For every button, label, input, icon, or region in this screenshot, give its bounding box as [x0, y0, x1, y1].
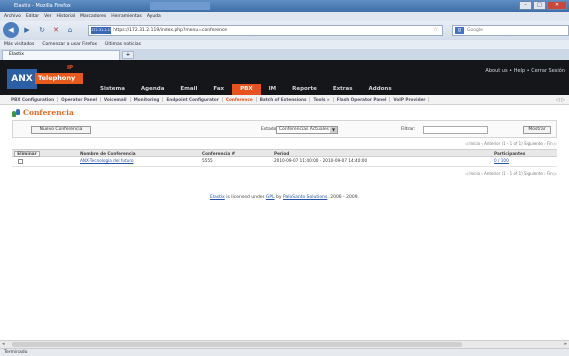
estado-value: Conferencias Actuales	[279, 127, 329, 132]
window-controls: – □ ✕	[519, 1, 567, 10]
col-number: Conferencia #	[202, 151, 236, 156]
sub-nav: PBX Configuration Operator Panel Voicema…	[0, 95, 569, 105]
logo-telephony: Telephony	[35, 73, 83, 84]
subnav-pbx-configuration[interactable]: PBX Configuration	[8, 97, 59, 102]
page-title: Conferencia	[23, 108, 74, 117]
nav-addons[interactable]: Addons	[361, 84, 400, 95]
estado-select[interactable]: Conferencias Actuales ▼	[276, 126, 338, 134]
bookmark-latest-news[interactable]: Últimas noticias	[105, 42, 141, 47]
footer-text-3: . 2006 - 2009.	[327, 195, 360, 200]
stop-icon[interactable]: ✕	[50, 24, 62, 36]
participants-link[interactable]: 0 / 100	[494, 158, 509, 163]
app-header: ANX Telephony IP About us • Help • Cerra…	[0, 60, 569, 95]
conference-icon	[12, 108, 21, 117]
main-nav: Sistema Agenda Email Fax PBX IM Reporte …	[92, 84, 400, 95]
subnav-voip-provider[interactable]: VoIP Provider	[390, 97, 430, 102]
tab-elastix[interactable]: Elastix	[2, 50, 120, 60]
menu-historial[interactable]: Historial	[57, 14, 76, 19]
close-icon[interactable]: ✕	[547, 1, 567, 10]
bookmark-getting-started[interactable]: Comenzar a usar Firefox	[42, 42, 97, 47]
subnav-conference[interactable]: Conference	[223, 97, 257, 102]
nav-reporte[interactable]: Reporte	[284, 84, 325, 95]
footer-gpl-link[interactable]: GPL	[266, 195, 275, 200]
taskbar-preview	[150, 2, 210, 10]
search-box[interactable]: g Google	[452, 25, 569, 36]
menu-ver[interactable]: Ver	[44, 14, 51, 19]
forward-icon[interactable]: ▶	[21, 24, 33, 36]
subnav-tools[interactable]: Tools »	[310, 97, 334, 102]
subnav-flash-operator-panel[interactable]: Flash Operator Panel	[334, 97, 391, 102]
search-placeholder: Google	[467, 28, 483, 33]
row-checkbox[interactable]	[18, 159, 23, 164]
browser-menubar: Archivo Editar Ver Historial Marcadores …	[0, 12, 569, 21]
mostrar-button[interactable]: Mostrar	[523, 126, 551, 134]
maximize-icon[interactable]: □	[533, 1, 546, 10]
minimize-icon[interactable]: –	[519, 1, 532, 10]
subnav-operator-panel[interactable]: Operator Panel	[58, 97, 101, 102]
footer-palosanto-link[interactable]: PaloSanto Solutions	[283, 195, 327, 200]
conference-number: 5555	[202, 158, 213, 163]
new-tab-button[interactable]: +	[122, 51, 134, 59]
col-participants: Participantes	[494, 151, 526, 156]
menu-marcadores[interactable]: Marcadores	[80, 14, 106, 19]
subnav-voicemail[interactable]: Voicemail	[101, 97, 131, 102]
footer-text-1: is licensed under	[224, 195, 266, 200]
scroll-left-icon[interactable]: ◂	[2, 341, 5, 347]
subnav-monitoring[interactable]: Monitoring	[131, 97, 164, 102]
nav-pbx[interactable]: PBX	[232, 84, 261, 95]
new-conference-button[interactable]: Nuevo Conferencia	[31, 126, 91, 134]
logo-ip: IP	[67, 65, 74, 71]
window-title: Elastix - Mozilla Firefox	[14, 3, 71, 9]
pager-top[interactable]: ◁ Inicio ‹ Anterior (1 - 1 of 1) Siguien…	[465, 141, 557, 146]
scroll-thumb[interactable]	[12, 342, 462, 347]
tab-strip: Elastix +	[0, 49, 569, 60]
menu-editar[interactable]: Editar	[26, 14, 39, 19]
subnav-endpoint-configurator[interactable]: Endpoint Configurator	[163, 97, 223, 102]
conference-table: Eliminar Nombre de Conferencia Conferenc…	[12, 149, 557, 167]
menu-herramientas[interactable]: Herramientas	[111, 14, 142, 19]
nav-email[interactable]: Email	[172, 84, 205, 95]
subnav-batch-of-extensions[interactable]: Batch of Extensions	[257, 97, 311, 102]
footer-elastix-link[interactable]: Elastix	[210, 195, 225, 200]
menu-ayuda[interactable]: Ayuda	[147, 14, 161, 19]
bookmark-star-icon[interactable]: ☆	[433, 26, 438, 33]
url-bar[interactable]: 172.31.2.119 https://172.31.2.119/index.…	[88, 25, 443, 36]
bookmarks-toolbar: Más visitados Comenzar a usar Firefox Úl…	[0, 40, 569, 49]
url-text: https://172.31.2.119/index.php?menu=conf…	[113, 28, 228, 33]
google-icon: g	[455, 27, 464, 34]
col-name: Nombre de Conferencia	[80, 151, 136, 156]
nav-fax[interactable]: Fax	[205, 84, 232, 95]
scroll-right-icon[interactable]: ▸	[564, 341, 567, 347]
conference-name-link[interactable]: ANX-Tecnologia del futuro	[80, 158, 134, 163]
reload-icon[interactable]: ↻	[36, 24, 48, 36]
footer: Elastix is licensed under GPL by PaloSan…	[0, 195, 569, 200]
table-header: Eliminar Nombre de Conferencia Conferenc…	[12, 149, 557, 157]
logo: ANX Telephony IP	[7, 65, 83, 91]
back-icon[interactable]: ◀	[3, 22, 19, 38]
nav-im[interactable]: IM	[261, 84, 285, 95]
menu-archivo[interactable]: Archivo	[4, 14, 21, 19]
url-host-badge: 172.31.2.119	[91, 27, 115, 34]
subnav-scroll-arrows[interactable]: ◁ ▷	[556, 97, 565, 103]
bookmark-most-visited[interactable]: Más visitados	[4, 42, 34, 47]
pager-bottom[interactable]: ◁ Inicio ‹ Anterior (1 - 1 of 1) Siguien…	[465, 171, 557, 176]
navigation-toolbar: ◀ ▶ ↻ ✕ ⌂ 172.31.2.119 https://172.31.2.…	[0, 21, 569, 40]
nav-sistema[interactable]: Sistema	[92, 84, 133, 95]
filtrar-input[interactable]	[423, 126, 488, 134]
footer-text-2: by	[274, 195, 283, 200]
filtrar-label: Filtrar:	[401, 127, 416, 132]
nav-agenda[interactable]: Agenda	[133, 84, 173, 95]
nav-extras[interactable]: Extras	[325, 84, 361, 95]
conference-period: 2010-09-07 11:40:00 - 2010-09-07 14:40:0…	[274, 158, 368, 163]
logo-anx: ANX	[7, 69, 37, 89]
table-row: ANX-Tecnologia del futuro 5555 2010-09-0…	[12, 157, 557, 167]
filter-bar: Nuevo Conferencia Estado: Conferencias A…	[12, 120, 557, 138]
col-period: Period	[274, 151, 290, 156]
chevron-down-icon: ▼	[330, 127, 337, 133]
status-bar: Terminado	[0, 348, 569, 356]
horizontal-scrollbar[interactable]: ◂ ▸	[0, 340, 569, 348]
top-links[interactable]: About us • Help • Cerrar Sesión	[485, 68, 565, 74]
home-icon[interactable]: ⌂	[64, 24, 76, 36]
window-titlebar: Elastix - Mozilla Firefox – □ ✕	[0, 0, 569, 12]
